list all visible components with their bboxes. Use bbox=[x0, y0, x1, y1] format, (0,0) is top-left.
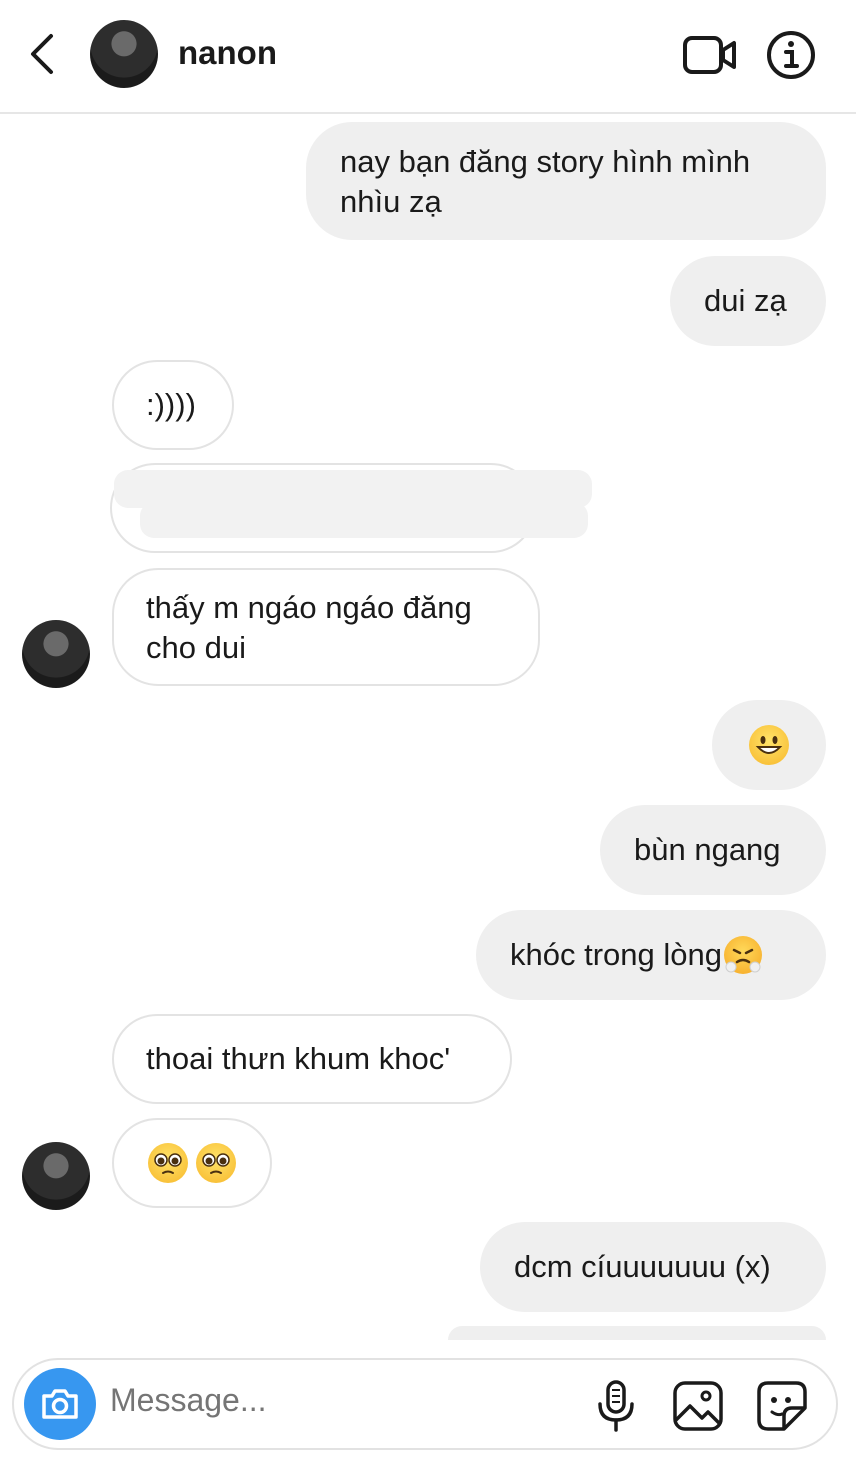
message-bubble-incoming-emoji[interactable] bbox=[112, 1118, 272, 1208]
message-bubble-incoming[interactable]: thoai thưn khum khoc' bbox=[112, 1014, 512, 1104]
message-bubble-outgoing[interactable]: khóc trong lòng bbox=[476, 910, 826, 1000]
contact-avatar-small[interactable] bbox=[22, 620, 90, 688]
chat-header: nanon bbox=[0, 0, 856, 114]
camera-icon bbox=[42, 1389, 78, 1419]
message-bubble-incoming[interactable]: thấy m ngáo ngáo đăng cho dui bbox=[112, 568, 540, 686]
camera-button[interactable] bbox=[24, 1368, 96, 1440]
steam-face-emoji bbox=[723, 936, 762, 974]
contact-name[interactable]: nanon bbox=[178, 34, 277, 72]
grinning-face-emoji bbox=[749, 725, 789, 765]
pleading-face-emoji bbox=[196, 1143, 236, 1183]
sticker-icon[interactable] bbox=[754, 1378, 810, 1434]
message-bubble-partial bbox=[448, 1326, 826, 1340]
info-icon[interactable] bbox=[766, 30, 816, 80]
message-composer bbox=[12, 1358, 838, 1450]
message-bubble-outgoing[interactable]: bùn ngang bbox=[600, 805, 826, 895]
contact-avatar-small[interactable] bbox=[22, 1142, 90, 1210]
chevron-left-icon bbox=[31, 34, 53, 74]
message-bubble-outgoing[interactable]: nay bạn đăng story hình mình nhìu zạ bbox=[306, 122, 826, 240]
message-bubble-outgoing[interactable]: dui zạ bbox=[670, 256, 826, 346]
message-bubble-outgoing[interactable]: dcm cíuuuuuuu (x) bbox=[480, 1222, 826, 1312]
video-camera-icon[interactable] bbox=[682, 33, 738, 77]
pleading-face-emoji bbox=[148, 1143, 188, 1183]
image-icon[interactable] bbox=[670, 1378, 726, 1434]
message-bubble-incoming[interactable]: :)))) bbox=[112, 360, 234, 450]
contact-avatar[interactable] bbox=[90, 20, 158, 88]
redaction-overlay bbox=[140, 502, 588, 538]
message-text: khóc trong lòng bbox=[510, 937, 722, 972]
back-button[interactable] bbox=[22, 30, 62, 78]
microphone-icon[interactable] bbox=[588, 1378, 644, 1434]
message-bubble-outgoing-emoji[interactable] bbox=[712, 700, 826, 790]
message-input[interactable] bbox=[110, 1382, 570, 1419]
